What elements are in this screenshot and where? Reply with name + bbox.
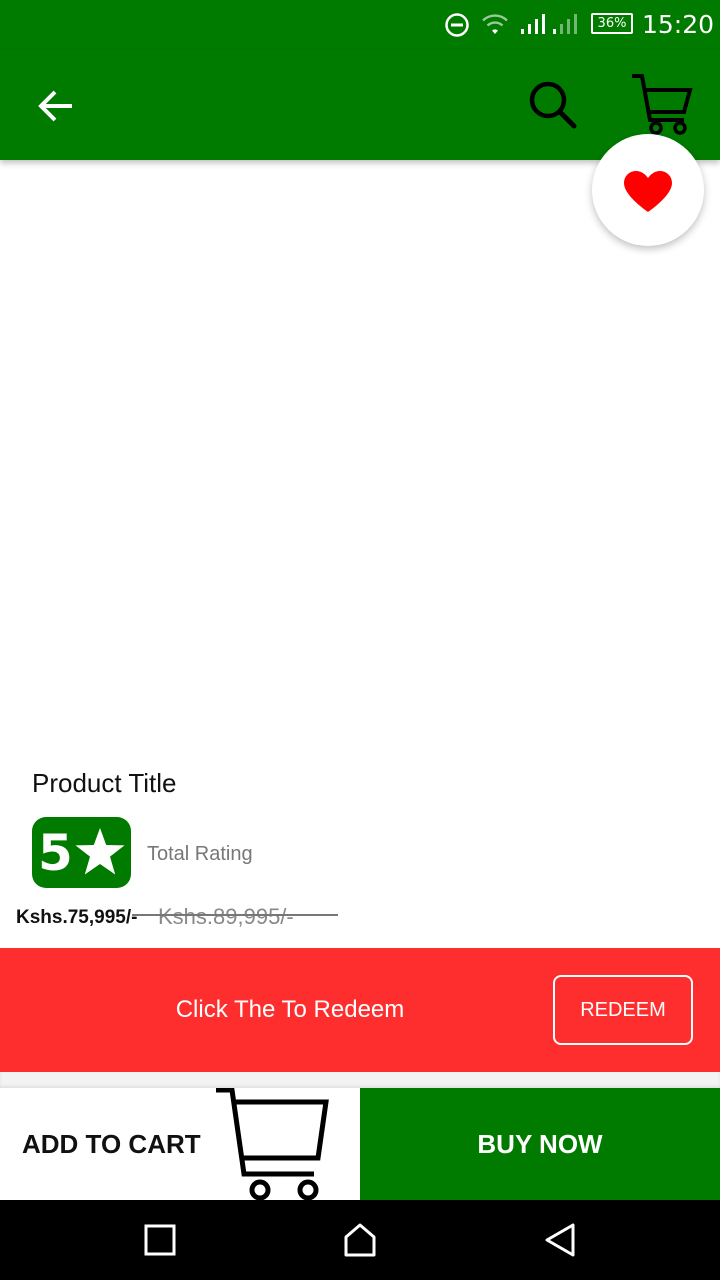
recents-icon: [144, 1224, 176, 1256]
star-icon: [75, 828, 125, 875]
redeem-message: Click The To Redeem: [175, 996, 405, 1023]
arrow-left-icon: [38, 90, 72, 122]
rating-label: Total Rating: [147, 843, 253, 865]
wifi-icon: [482, 14, 508, 34]
buy-now-label: BUY NOW: [477, 1129, 603, 1159]
buy-now-button[interactable]: BUY NOW: [360, 1088, 720, 1200]
signal-weak-icon: [553, 14, 577, 34]
back-button[interactable]: [34, 84, 78, 128]
redeem-banner: Click The To Redeem REDEEM: [0, 948, 720, 1072]
status-time: 15:20: [642, 10, 715, 39]
add-to-cart-label: ADD TO CART: [22, 1129, 201, 1159]
add-to-cart-button[interactable]: ADD TO CART: [0, 1088, 360, 1200]
heart-icon: [624, 171, 672, 212]
app-bar: [0, 50, 720, 160]
redeem-button[interactable]: REDEEM: [553, 975, 693, 1045]
rating-badge: 5: [32, 817, 131, 888]
signal-icon: [521, 14, 545, 34]
search-button[interactable]: [526, 78, 580, 132]
back-icon: [545, 1223, 575, 1257]
rating-value: 5: [38, 824, 73, 882]
strikethrough-line: [132, 914, 338, 916]
home-button[interactable]: [340, 1220, 380, 1260]
product-title: Product Title: [32, 768, 177, 798]
current-price: Kshs.75,995/-: [16, 907, 138, 928]
battery-indicator: 36%: [591, 13, 633, 34]
cart-button[interactable]: [628, 72, 694, 138]
product-image: [0, 160, 720, 750]
nav-back-button[interactable]: [540, 1220, 580, 1260]
recents-button[interactable]: [140, 1220, 180, 1260]
status-bar: 36% 15:20: [0, 0, 720, 50]
search-icon: [529, 81, 577, 129]
favorite-button[interactable]: [592, 134, 704, 246]
cart-icon: [632, 74, 693, 135]
section-divider: [0, 1072, 720, 1088]
home-icon: [344, 1223, 376, 1257]
navigation-bar: [0, 1200, 720, 1280]
original-price: Kshs.89,995/-: [158, 904, 294, 929]
do-not-disturb-icon: [445, 13, 469, 37]
cart-icon: [216, 1088, 329, 1200]
